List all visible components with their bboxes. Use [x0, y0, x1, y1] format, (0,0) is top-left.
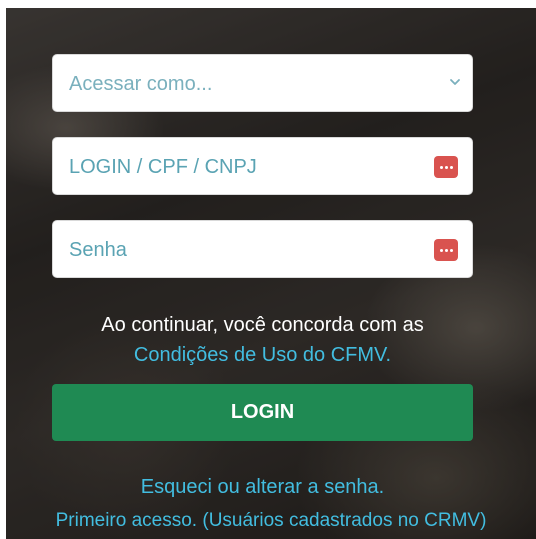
chevron-down-icon [450, 79, 460, 85]
login-input-placeholder: LOGIN / CPF / CNPJ [69, 156, 257, 178]
password-input-placeholder: Senha [69, 239, 127, 261]
password-dots-icon[interactable] [434, 156, 458, 178]
forgot-password-link[interactable]: Esqueci ou alterar a senha. [52, 473, 473, 501]
agreement-text: Ao continuar, você concorda com as [101, 314, 424, 336]
login-button[interactable]: LOGIN [52, 384, 473, 441]
password-dots-icon[interactable] [434, 239, 458, 261]
terms-of-use-link[interactable]: Condições de Uso do CFMV. [52, 341, 473, 370]
access-role-select[interactable]: Acessar como... [52, 54, 473, 112]
access-role-placeholder: Acessar como... [69, 73, 213, 95]
login-cpf-cnpj-input[interactable]: LOGIN / CPF / CNPJ [52, 137, 473, 195]
password-input[interactable]: Senha [52, 220, 473, 278]
first-access-link[interactable]: Primeiro acesso. (Usuários cadastrados n… [6, 507, 536, 535]
